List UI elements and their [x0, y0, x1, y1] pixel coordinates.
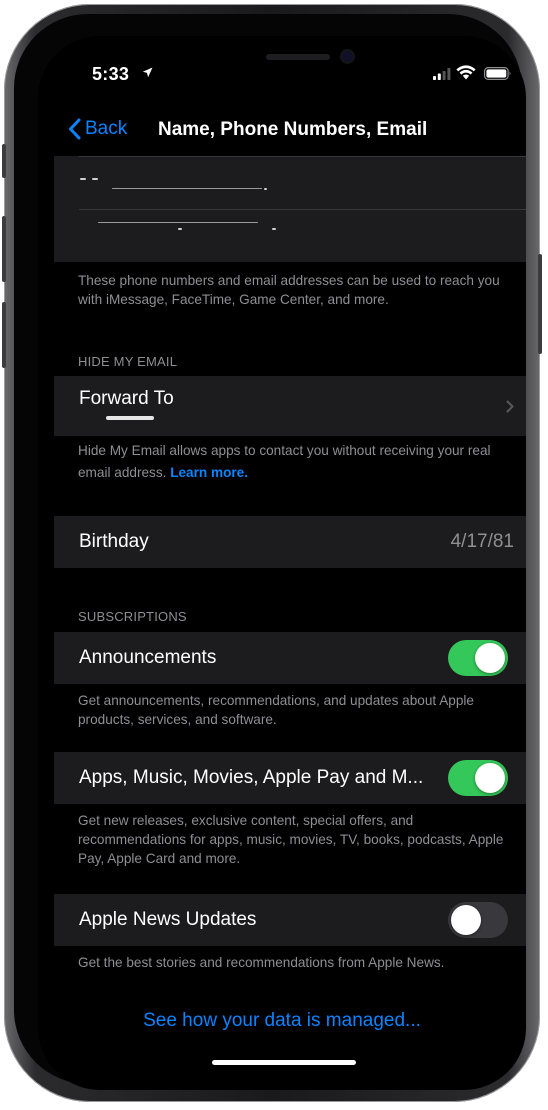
- navigation-bar: Back Name, Phone Numbers, Email: [38, 106, 526, 150]
- speaker-grille: [266, 54, 330, 60]
- announcements-footer: Get announcements, recommendations, and …: [78, 693, 474, 727]
- screen: 5:33 Back Name, Phone Numbers, Email The…: [38, 36, 526, 1090]
- chevron-right-icon: [506, 400, 514, 413]
- mute-switch: [2, 144, 6, 178]
- subscription-row-apple-news: Apple News Updates: [54, 894, 526, 946]
- forward-to-row[interactable]: Forward To: [54, 376, 526, 436]
- chevron-left-icon: [69, 118, 81, 140]
- apps-music-group: Apps, Music, Movies, Apple Pay and M...: [54, 752, 526, 804]
- hide-my-email-footer: Hide My Email allows apps to contact you…: [78, 440, 518, 484]
- wifi-icon: [456, 65, 476, 80]
- toggle-knob: [451, 905, 481, 935]
- apps-music-footer: Get new releases, exclusive content, spe…: [78, 813, 504, 866]
- learn-more-link[interactable]: Learn more.: [170, 465, 248, 480]
- subscription-label: Announcements: [79, 647, 217, 668]
- redacted-text: [112, 188, 262, 189]
- forward-to-label: Forward To: [79, 388, 174, 409]
- contact-methods-footer: These phone numbers and email addresses …: [78, 273, 500, 307]
- birthday-label: Birthday: [79, 531, 149, 552]
- subscription-row-announcements: Announcements: [54, 632, 526, 684]
- contact-methods-group: [54, 156, 526, 262]
- announcements-group: Announcements: [54, 632, 526, 684]
- notch: [176, 36, 390, 86]
- redacted-text: [178, 228, 182, 230]
- redacted-text: [106, 416, 154, 420]
- apple-news-toggle[interactable]: [448, 902, 508, 938]
- hide-my-email-group: Forward To: [54, 376, 526, 436]
- front-camera: [342, 51, 353, 62]
- volume-down-button: [2, 302, 6, 368]
- cellular-signal-icon: [433, 68, 451, 80]
- apple-news-group: Apple News Updates: [54, 894, 526, 946]
- birthday-group: Birthday 4/17/81: [54, 516, 526, 568]
- apps-music-toggle[interactable]: [448, 760, 508, 796]
- hide-my-email-footer-text: Hide My Email allows apps to contact you…: [78, 443, 491, 480]
- birthday-row[interactable]: Birthday 4/17/81: [54, 516, 526, 568]
- subscription-label: Apps, Music, Movies, Apple Pay and M...: [79, 767, 424, 788]
- hide-my-email-header: HIDE MY EMAIL: [78, 354, 178, 369]
- back-button[interactable]: Back: [68, 114, 127, 144]
- redacted-text: [272, 228, 276, 230]
- subscriptions-header: SUBSCRIPTIONS: [78, 609, 187, 624]
- redacted-text: [264, 188, 267, 190]
- apple-news-footer: Get the best stories and recommendations…: [78, 955, 445, 970]
- location-arrow-icon: [142, 67, 153, 78]
- birthday-value: 4/17/81: [450, 531, 514, 552]
- page-title: Name, Phone Numbers, Email: [158, 119, 428, 140]
- data-management-link[interactable]: See how your data is managed...: [38, 1010, 526, 1032]
- contact-row-1[interactable]: [54, 156, 526, 208]
- redacted-text: [92, 178, 98, 180]
- phone-bezel: 5:33 Back Name, Phone Numbers, Email The…: [14, 14, 526, 1090]
- toggle-knob: [475, 763, 505, 793]
- toggle-knob: [475, 643, 505, 673]
- subscription-row-apps-music: Apps, Music, Movies, Apple Pay and M...: [54, 752, 526, 804]
- redacted-text: [98, 222, 258, 223]
- battery-icon: [484, 67, 511, 80]
- announcements-toggle[interactable]: [448, 640, 508, 676]
- home-indicator[interactable]: [212, 1060, 356, 1065]
- subscription-label: Apple News Updates: [79, 909, 257, 930]
- back-label: Back: [85, 118, 128, 139]
- side-button: [538, 254, 542, 354]
- redacted-text: [80, 178, 86, 180]
- volume-up-button: [2, 216, 6, 282]
- status-time: 5:33: [92, 64, 130, 84]
- contact-row-2[interactable]: [54, 210, 526, 262]
